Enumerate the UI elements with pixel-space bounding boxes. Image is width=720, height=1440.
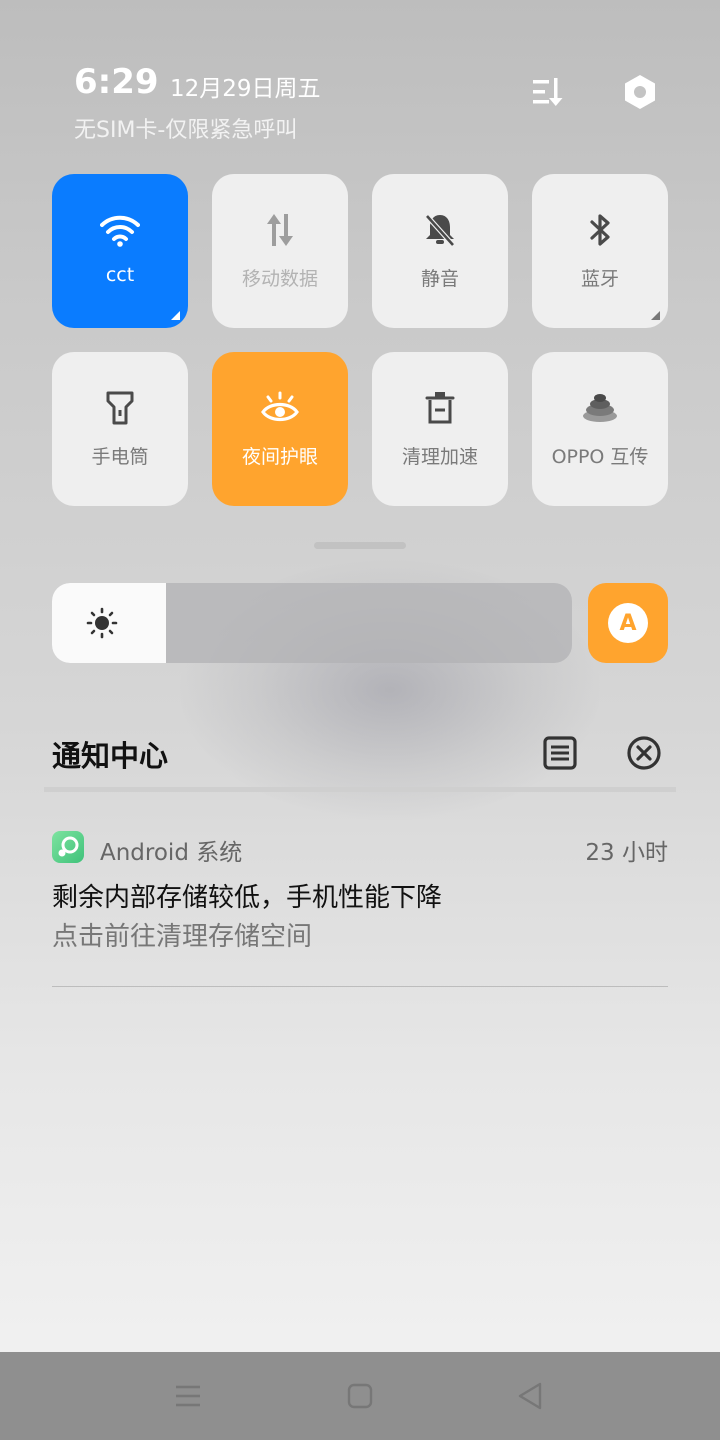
- notification-app-name: Android 系统: [100, 840, 243, 866]
- wifi-icon: [100, 210, 140, 250]
- tile-label: OPPO 互传: [551, 446, 649, 468]
- brightness-slider[interactable]: [52, 583, 572, 663]
- divider: [52, 986, 668, 987]
- tile-label: 静音: [420, 268, 459, 290]
- navigation-bar: [0, 1352, 720, 1440]
- edit-sort-icon[interactable]: [526, 70, 570, 114]
- date-label: 12月29日周五: [170, 76, 321, 102]
- tile-oppo-share[interactable]: OPPO 互传: [532, 352, 668, 506]
- divider: [44, 787, 676, 792]
- manage-notifications-icon[interactable]: [540, 733, 580, 777]
- android-system-app-icon: [52, 831, 84, 863]
- notification-title: 剩余内部存储较低，手机性能下降: [52, 883, 443, 913]
- auto-brightness-label: A: [608, 603, 648, 643]
- tile-mute[interactable]: 静音: [372, 174, 508, 328]
- eye-protection-icon: [260, 388, 300, 428]
- mute-bell-icon: [420, 210, 460, 250]
- clock-time: 6:29: [74, 62, 159, 102]
- trash-icon: [420, 388, 460, 428]
- oppo-share-icon: [580, 388, 620, 428]
- sun-icon: [86, 607, 118, 639]
- notification-center-title: 通知中心: [52, 739, 169, 773]
- flashlight-icon: [100, 388, 140, 428]
- tile-night-eye-care[interactable]: 夜间护眼: [212, 352, 348, 506]
- tile-label: 清理加速: [401, 446, 478, 468]
- tile-label: 夜间护眼: [241, 446, 318, 468]
- tile-label: 蓝牙: [580, 268, 619, 290]
- notification-time: 23 小时: [585, 840, 668, 866]
- tile-label: 手电筒: [91, 446, 149, 468]
- back-icon[interactable]: [506, 1372, 554, 1420]
- expand-corner-icon: [651, 311, 660, 320]
- menu-icon[interactable]: [164, 1372, 212, 1420]
- tile-label: cct: [105, 264, 135, 286]
- expand-corner-icon: [171, 311, 180, 320]
- tile-clean-boost[interactable]: 清理加速: [372, 352, 508, 506]
- carrier-status: 无SIM卡-仅限紧急呼叫: [74, 118, 298, 143]
- tile-wifi[interactable]: cct: [52, 174, 188, 328]
- drag-handle[interactable]: [314, 542, 406, 549]
- home-icon[interactable]: [336, 1372, 384, 1420]
- tile-label: 移动数据: [241, 268, 318, 290]
- tile-mobile-data[interactable]: 移动数据: [212, 174, 348, 328]
- tile-bluetooth[interactable]: 蓝牙: [532, 174, 668, 328]
- mobile-data-icon: [260, 210, 300, 250]
- tile-flashlight[interactable]: 手电筒: [52, 352, 188, 506]
- bluetooth-icon: [580, 210, 620, 250]
- auto-brightness-button[interactable]: A: [588, 583, 668, 663]
- settings-gear-icon[interactable]: [618, 70, 662, 114]
- clear-all-icon[interactable]: [624, 733, 664, 777]
- notification-body: 点击前往清理存储空间: [52, 922, 313, 952]
